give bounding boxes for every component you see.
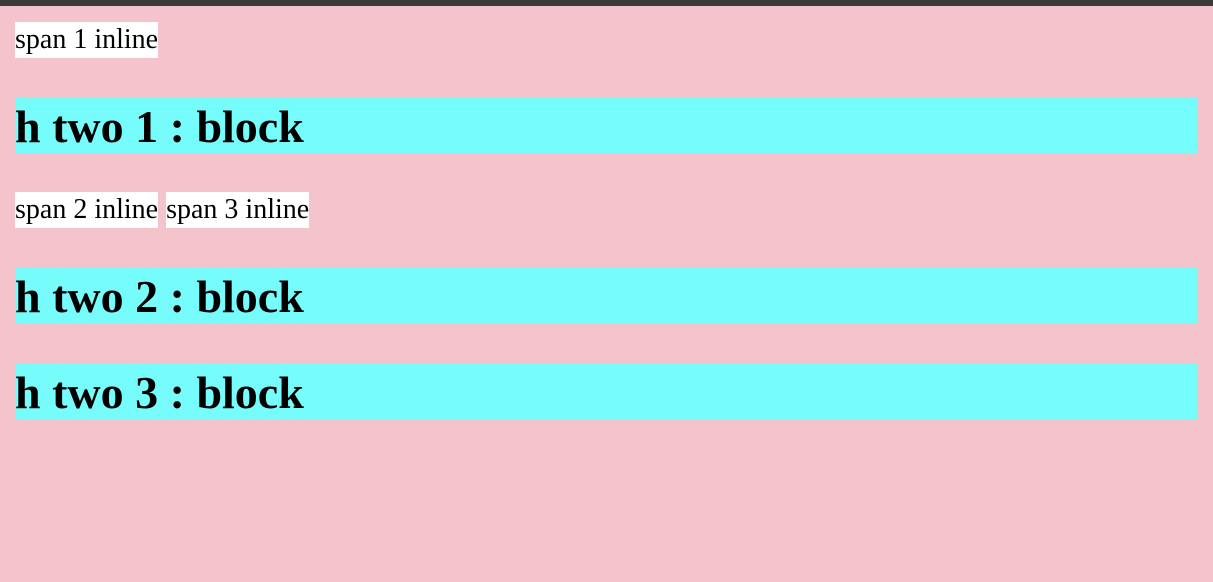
page-content: span 1 inline h two 1 : block span 2 inl…	[15, 22, 1197, 420]
heading-two-3-block: h two 3 : block	[15, 364, 1197, 420]
inline-row-2: span 2 inline span 3 inline	[15, 192, 1197, 228]
span-2-inline: span 2 inline	[15, 192, 159, 228]
span-1-inline: span 1 inline	[15, 22, 159, 58]
heading-two-2-block: h two 2 : block	[15, 268, 1197, 324]
heading-two-1-block: h two 1 : block	[15, 98, 1197, 154]
window-top-edge	[0, 0, 1213, 6]
inline-row-1: span 1 inline	[15, 22, 1197, 58]
span-3-inline: span 3 inline	[166, 192, 310, 228]
